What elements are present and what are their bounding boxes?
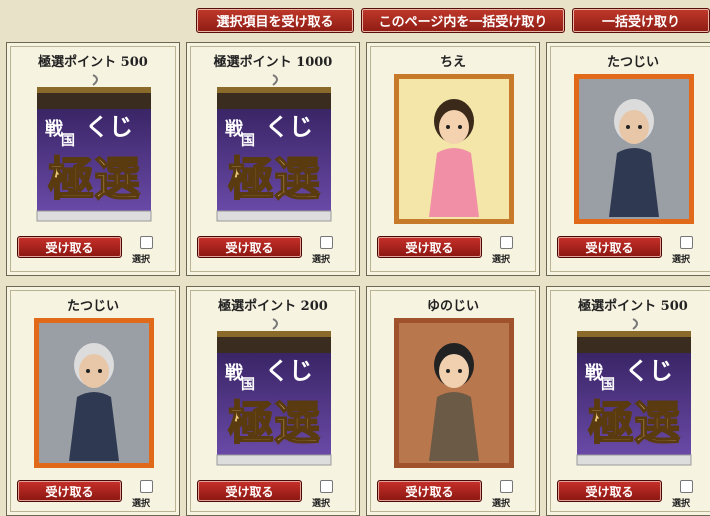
card-thumbnail: 戦 国 くじ 極選 <box>213 73 335 225</box>
card-thumbnail <box>573 73 695 225</box>
select-checkbox[interactable] <box>140 480 153 493</box>
select-checkbox[interactable] <box>680 236 693 249</box>
svg-text:極選: 極選 <box>228 396 320 450</box>
select-label: 選択 <box>312 255 331 265</box>
receive-button[interactable]: 受け取る <box>17 236 122 258</box>
reward-card: ゆのじい 受け取る 選択 <box>366 286 540 516</box>
ticket-art-icon: 戦 国 くじ 極選 <box>216 318 332 466</box>
receive-button[interactable]: 受け取る <box>17 480 122 502</box>
select-label: 選択 <box>492 255 511 265</box>
ticket-art-icon: 戦 国 くじ 極選 <box>216 74 332 222</box>
receive-all-button[interactable]: 一括受け取り <box>572 8 710 33</box>
card-title: たつじい <box>66 299 119 314</box>
receive-button[interactable]: 受け取る <box>557 236 662 258</box>
select-checkbox[interactable] <box>680 480 693 493</box>
reward-card: たつじい 受け取る 選択 <box>546 42 710 276</box>
character-portrait-icon <box>394 74 514 224</box>
card-thumbnail <box>393 317 515 469</box>
receive-button[interactable]: 受け取る <box>197 480 302 502</box>
character-portrait-icon <box>34 318 154 468</box>
select-checkbox[interactable] <box>320 480 333 493</box>
character-portrait-icon <box>394 318 514 468</box>
select-label: 選択 <box>672 499 691 509</box>
svg-text:極選: 極選 <box>228 152 320 206</box>
select-label: 選択 <box>312 499 331 509</box>
card-thumbnail: 戦 国 くじ 極選 <box>33 73 155 225</box>
reward-card: たつじい 受け取る 選択 <box>6 286 180 516</box>
svg-text:くじ: くじ <box>625 356 673 385</box>
receive-button[interactable]: 受け取る <box>377 480 482 502</box>
select-checkbox[interactable] <box>500 236 513 249</box>
select-checkbox[interactable] <box>320 236 333 249</box>
receive-selected-button[interactable]: 選択項目を受け取る <box>196 8 354 33</box>
svg-text:くじ: くじ <box>265 356 313 385</box>
card-title: 極選ポイント 500 <box>38 55 148 70</box>
svg-text:くじ: くじ <box>85 112 133 141</box>
card-title: ちえ <box>439 55 466 70</box>
card-thumbnail: 戦 国 くじ 極選 <box>213 317 335 469</box>
svg-text:国: 国 <box>241 133 255 149</box>
svg-text:極選: 極選 <box>48 152 140 206</box>
card-title: 極選ポイント 500 <box>578 299 688 314</box>
character-portrait-icon <box>574 74 694 224</box>
reward-card: ちえ 受け取る 選択 <box>366 42 540 276</box>
receive-button[interactable]: 受け取る <box>557 480 662 502</box>
svg-text:くじ: くじ <box>265 112 313 141</box>
select-label: 選択 <box>132 255 151 265</box>
reward-card: 極選ポイント 500 戦 国 くじ 極選 受け取る 選択 <box>6 42 180 276</box>
card-thumbnail <box>33 317 155 469</box>
ticket-art-icon: 戦 国 くじ 極選 <box>36 74 152 222</box>
ticket-art-icon: 戦 国 くじ 極選 <box>576 318 692 466</box>
card-title: 極選ポイント 200 <box>218 299 328 314</box>
select-label: 選択 <box>492 499 511 509</box>
select-checkbox[interactable] <box>500 480 513 493</box>
card-thumbnail <box>393 73 515 225</box>
select-checkbox[interactable] <box>140 236 153 249</box>
reward-card: 極選ポイント 200 戦 国 くじ 極選 受け取る 選択 <box>186 286 360 516</box>
receive-button[interactable]: 受け取る <box>377 236 482 258</box>
reward-card: 極選ポイント 1000 戦 国 くじ 極選 受け取る 選択 <box>186 42 360 276</box>
card-title: 極選ポイント 1000 <box>213 55 333 70</box>
card-thumbnail: 戦 国 くじ 極選 <box>573 317 695 469</box>
receive-button[interactable]: 受け取る <box>197 236 302 258</box>
svg-text:国: 国 <box>61 133 75 149</box>
select-label: 選択 <box>672 255 691 265</box>
svg-text:国: 国 <box>241 377 255 393</box>
svg-text:国: 国 <box>601 377 615 393</box>
card-title: ゆのじい <box>426 299 479 314</box>
reward-card: 極選ポイント 500 戦 国 くじ 極選 受け取る 選択 <box>546 286 710 516</box>
card-title: たつじい <box>606 55 659 70</box>
select-label: 選択 <box>132 499 151 509</box>
svg-text:極選: 極選 <box>588 396 680 450</box>
receive-page-button[interactable]: このページ内を一括受け取り <box>361 8 565 33</box>
